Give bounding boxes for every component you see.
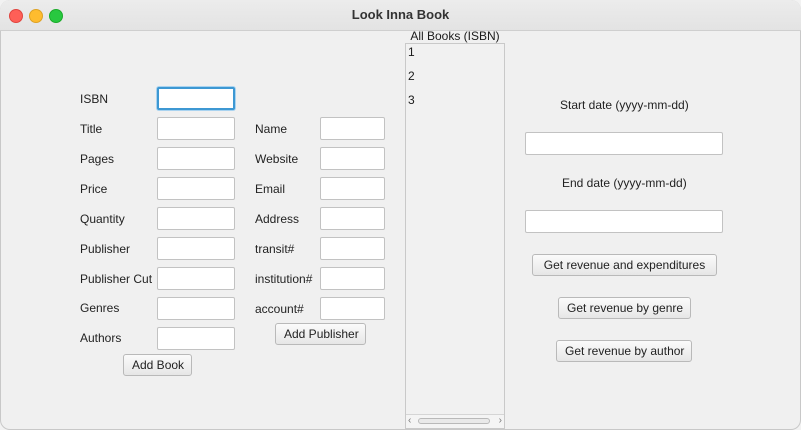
list-item[interactable]: 3 [408, 93, 415, 107]
app-window: Look Inna Book ISBN Title Pages Price Qu… [0, 0, 801, 430]
window-title: Look Inna Book [351, 7, 450, 22]
quantity-label: Quantity [80, 212, 125, 226]
start-date-input[interactable] [525, 132, 723, 155]
authors-label: Authors [80, 331, 122, 345]
scroll-left-icon[interactable]: ‹ [408, 415, 411, 427]
price-label: Price [80, 182, 108, 196]
quantity-input[interactable] [157, 207, 235, 230]
website-input[interactable] [320, 147, 385, 170]
email-input[interactable] [320, 177, 385, 200]
add-publisher-button[interactable]: Add Publisher [275, 323, 366, 345]
title-label: Title [80, 122, 103, 136]
name-label: Name [255, 122, 288, 136]
publisher-cut-input[interactable] [157, 267, 235, 290]
institution-label: institution# [255, 272, 313, 286]
price-input[interactable] [157, 177, 235, 200]
title-bar: Look Inna Book [0, 0, 801, 31]
email-label: Email [255, 182, 286, 196]
publisher-cut-label: Publisher Cut [80, 272, 153, 286]
revenue-expenditures-button[interactable]: Get revenue and expenditures [532, 254, 717, 276]
publisher-label: Publisher [80, 242, 131, 256]
start-date-label: Start date (yyyy-mm-dd) [560, 98, 689, 112]
scroll-right-icon[interactable]: › [499, 415, 502, 427]
institution-input[interactable] [320, 267, 385, 290]
horizontal-scrollbar[interactable]: ‹ › [406, 414, 504, 428]
revenue-by-author-button[interactable]: Get revenue by author [556, 340, 692, 362]
end-date-input[interactable] [525, 210, 723, 233]
scrollbar-thumb[interactable] [418, 418, 490, 424]
account-input[interactable] [320, 297, 385, 320]
books-list[interactable]: 1 2 3 ‹ › [405, 43, 505, 429]
revenue-by-genre-button[interactable]: Get revenue by genre [558, 297, 691, 319]
add-book-button[interactable]: Add Book [123, 354, 192, 376]
publisher-name-input[interactable] [320, 117, 385, 140]
genres-input[interactable] [157, 297, 235, 320]
isbn-input[interactable] [157, 87, 235, 110]
address-label: Address [255, 212, 300, 226]
books-list-title: All Books (ISBN) [410, 29, 500, 43]
transit-label: transit# [255, 242, 295, 256]
list-item[interactable]: 1 [408, 45, 415, 59]
end-date-label: End date (yyyy-mm-dd) [562, 176, 687, 190]
list-item[interactable]: 2 [408, 69, 415, 83]
authors-input[interactable] [157, 327, 235, 350]
pages-label: Pages [80, 152, 115, 166]
account-label: account# [255, 302, 304, 316]
transit-input[interactable] [320, 237, 385, 260]
title-input[interactable] [157, 117, 235, 140]
website-label: Website [255, 152, 299, 166]
publisher-input[interactable] [157, 237, 235, 260]
isbn-label: ISBN [80, 92, 109, 106]
genres-label: Genres [80, 301, 120, 315]
pages-input[interactable] [157, 147, 235, 170]
address-input[interactable] [320, 207, 385, 230]
